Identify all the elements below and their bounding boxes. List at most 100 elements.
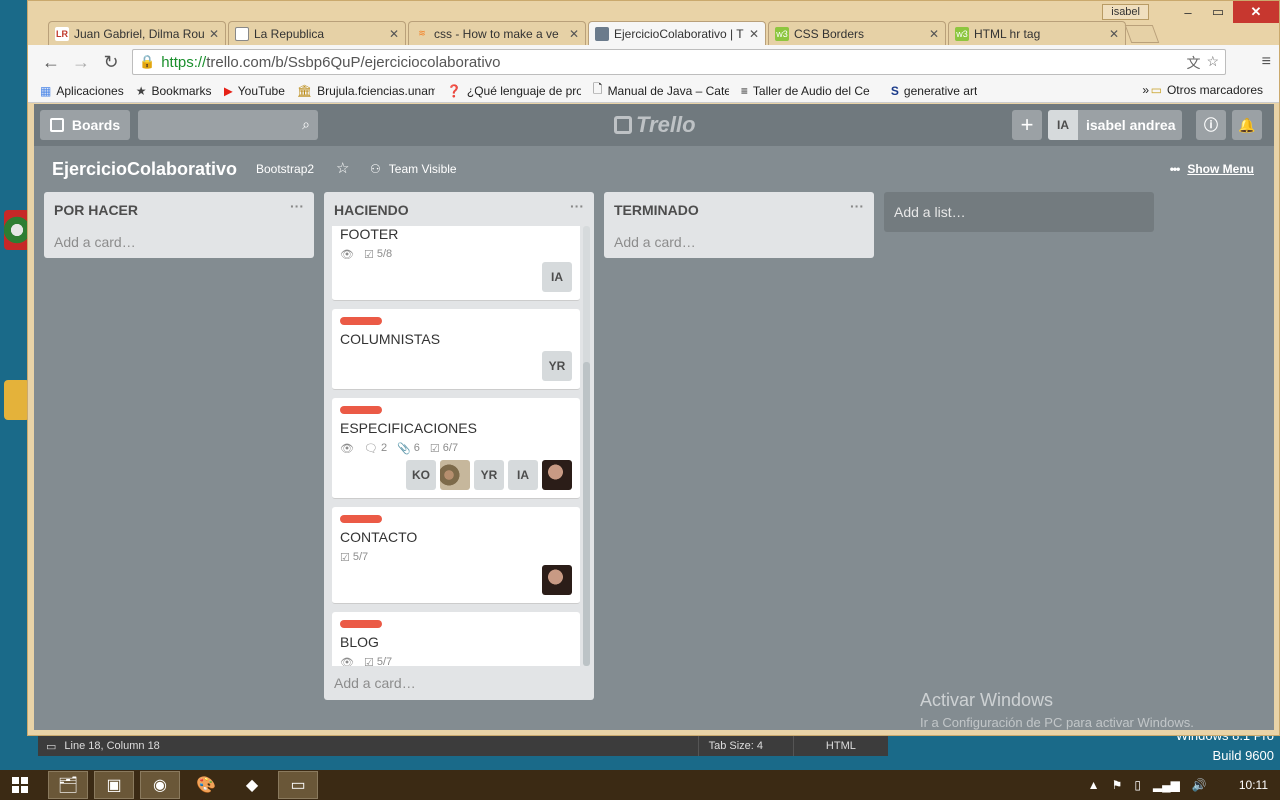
w3schools-icon: w3 bbox=[955, 26, 969, 41]
paperclip-icon: 📎 bbox=[397, 442, 411, 455]
list-menu-icon[interactable]: ··· bbox=[290, 198, 304, 214]
battery-icon[interactable]: ▯ bbox=[1134, 778, 1141, 792]
bookmark-star-icon[interactable]: ☆ bbox=[1206, 53, 1219, 73]
tab-close-icon[interactable]: ✕ bbox=[1109, 27, 1119, 41]
board-team[interactable]: Bootstrap2 bbox=[256, 162, 314, 176]
add-card-button[interactable]: Add a card… bbox=[324, 666, 594, 700]
address-bar[interactable]: 🔒 https:// trello.com/b/Ssbp6QuP/ejercic… bbox=[132, 49, 1226, 75]
info-icon[interactable]: ⓘ bbox=[1196, 110, 1226, 140]
member-avatar[interactable]: YR bbox=[542, 351, 572, 381]
boards-button[interactable]: Boards bbox=[40, 110, 130, 140]
member-avatar[interactable]: YR bbox=[474, 460, 504, 490]
minimize-button[interactable]: – bbox=[1173, 1, 1203, 23]
list-menu-icon[interactable]: ··· bbox=[570, 198, 584, 214]
tab-stackoverflow[interactable]: ≋ css - How to make a ve ✕ bbox=[408, 21, 586, 45]
search-input[interactable]: ⌕ bbox=[138, 110, 318, 140]
bookmark-generative-art[interactable]: Sgenerative art bbox=[891, 84, 977, 98]
maximize-button[interactable]: ▭ bbox=[1203, 1, 1233, 23]
member-avatar[interactable]: IA bbox=[508, 460, 538, 490]
board-title[interactable]: EjercicioColaborativo bbox=[52, 159, 237, 180]
card-columnistas[interactable]: COLUMNISTAS YR bbox=[332, 309, 580, 390]
red-label bbox=[340, 620, 382, 628]
card-especificaciones[interactable]: ESPECIFICACIONES 👁 🗨 2 📎 6 ☑ 6/7 KO YR IA bbox=[332, 398, 580, 499]
list-header[interactable]: HACIENDO ··· bbox=[324, 192, 594, 226]
list-menu-icon[interactable]: ··· bbox=[850, 198, 864, 214]
profile-badge[interactable]: isabel bbox=[1102, 4, 1149, 20]
list-header[interactable]: POR HACER ··· bbox=[44, 192, 314, 226]
chrome-taskbar-icon[interactable]: ◉ bbox=[140, 771, 180, 799]
new-tab-button[interactable] bbox=[1124, 25, 1160, 43]
star-icon[interactable]: ☆ bbox=[336, 159, 349, 177]
flag-icon[interactable]: ⚑ bbox=[1112, 778, 1123, 792]
tab-close-icon[interactable]: ✕ bbox=[749, 27, 759, 41]
editor-syntax[interactable]: HTML bbox=[792, 736, 888, 756]
windows-start-icon[interactable] bbox=[0, 770, 40, 800]
board-visibility[interactable]: ⚇ Team Visible bbox=[370, 162, 457, 176]
volume-icon[interactable]: 🔊 bbox=[1192, 778, 1207, 792]
trello-logo-text: Trello bbox=[636, 112, 696, 137]
reload-icon[interactable]: ↻ bbox=[96, 52, 126, 73]
add-card-button[interactable]: Add a card… bbox=[604, 226, 874, 258]
bookmark-apps[interactable]: ▦ Aplicaciones bbox=[40, 84, 124, 98]
tab-css-borders[interactable]: w3 CSS Borders ✕ bbox=[768, 21, 946, 45]
list-scrollbar[interactable] bbox=[583, 226, 590, 666]
tab-close-icon[interactable]: ✕ bbox=[389, 27, 399, 41]
tab-ejercicio-colaborativo[interactable]: EjercicioColaborativo | T ✕ bbox=[588, 21, 766, 45]
tab-close-icon[interactable]: ✕ bbox=[569, 27, 579, 41]
attachment-count: 6 bbox=[413, 442, 420, 454]
add-button[interactable]: + bbox=[1012, 110, 1042, 140]
git-taskbar-icon[interactable]: ◆ bbox=[232, 771, 272, 799]
bookmark-label: Bookmarks bbox=[151, 83, 212, 98]
member-avatar[interactable]: IA bbox=[542, 262, 572, 292]
trello-logo[interactable]: Trello bbox=[614, 112, 696, 138]
member-avatar-photo[interactable] bbox=[542, 565, 572, 595]
search-icon[interactable]: ⌕ bbox=[302, 116, 310, 133]
bookmark-brujula[interactable]: 🏛 Brujula.fciencias.unam bbox=[297, 84, 435, 98]
back-arrow-icon[interactable]: ← bbox=[36, 52, 66, 73]
visibility-label: Team Visible bbox=[388, 162, 457, 176]
member-avatar-photo[interactable] bbox=[440, 460, 470, 490]
member-avatar[interactable]: KO bbox=[406, 460, 436, 490]
scrollbar-thumb[interactable] bbox=[583, 362, 590, 666]
tab-close-icon[interactable]: ✕ bbox=[929, 27, 939, 41]
tab-html-hr[interactable]: w3 HTML hr tag ✕ bbox=[948, 21, 1126, 45]
bookmarks-overflow-icon[interactable]: » bbox=[1142, 83, 1149, 97]
tab-title: CSS Borders bbox=[794, 26, 865, 41]
user-menu[interactable]: IA isabel andrea bbox=[1048, 110, 1182, 140]
add-list-button[interactable]: Add a list… bbox=[884, 192, 1154, 232]
signal-icon[interactable]: ▂▄▆ bbox=[1153, 778, 1180, 792]
chrome-menu-icon[interactable]: ≡ bbox=[1262, 53, 1271, 71]
bookmark-manual-java[interactable]: 🗋 Manual de Java – Cate bbox=[593, 80, 729, 101]
card-footer[interactable]: FOOTER 👁 ☑ 5/8 IA bbox=[332, 226, 580, 301]
forward-arrow-icon[interactable]: → bbox=[66, 52, 96, 73]
tab-close-icon[interactable]: ✕ bbox=[209, 27, 219, 41]
tray-expand-icon[interactable]: ▲ bbox=[1088, 778, 1100, 792]
list-header[interactable]: TERMINADO ··· bbox=[604, 192, 874, 226]
tab-juan-gabriel[interactable]: LR Juan Gabriel, Dilma Rou ✕ bbox=[48, 21, 226, 45]
window-taskbar-icon[interactable]: ▭ bbox=[278, 771, 318, 799]
bookmark-label: Taller de Audio del Ce bbox=[752, 83, 870, 98]
app-taskbar-icon[interactable]: ▣ bbox=[94, 771, 134, 799]
translate-icon[interactable]: 文 bbox=[1186, 53, 1200, 73]
other-bookmarks[interactable]: ▭ Otros marcadores bbox=[1151, 83, 1263, 97]
card-badges: 👁 ☑ 5/8 bbox=[340, 246, 572, 262]
show-menu-button[interactable]: ••• Show Menu bbox=[1170, 162, 1254, 176]
bookmark-youtube[interactable]: ▶ YouTube bbox=[224, 84, 285, 98]
red-label bbox=[340, 317, 382, 325]
bookmark-bookmarks[interactable]: ★ Bookmarks bbox=[136, 84, 212, 98]
tab-la-republica[interactable]: La Republica ✕ bbox=[228, 21, 406, 45]
file-explorer-taskbar-icon[interactable]: 🗂 bbox=[48, 771, 88, 799]
bookmark-taller-audio[interactable]: ≡ Taller de Audio del Ce bbox=[741, 84, 879, 98]
card-badges: ☑ 5/7 bbox=[340, 549, 572, 565]
editor-tab-size[interactable]: Tab Size: 4 bbox=[697, 736, 793, 756]
member-avatar-photo[interactable] bbox=[542, 460, 572, 490]
bookmark-que-lenguaje[interactable]: ❓ ¿Qué lenguaje de pro bbox=[447, 84, 581, 98]
card-blog[interactable]: BLOG 👁 ☑5/7 IA bbox=[332, 612, 580, 666]
card-contacto[interactable]: CONTACTO ☑ 5/7 bbox=[332, 507, 580, 604]
clock[interactable]: 10:11 bbox=[1239, 778, 1268, 792]
checkbox-icon: ☑ bbox=[429, 442, 440, 455]
add-card-button[interactable]: Add a card… bbox=[44, 226, 314, 258]
close-window-button[interactable]: ✕ bbox=[1233, 1, 1279, 23]
notifications-bell-icon[interactable]: 🔔 bbox=[1232, 110, 1262, 140]
paint-taskbar-icon[interactable]: 🎨 bbox=[186, 771, 226, 799]
